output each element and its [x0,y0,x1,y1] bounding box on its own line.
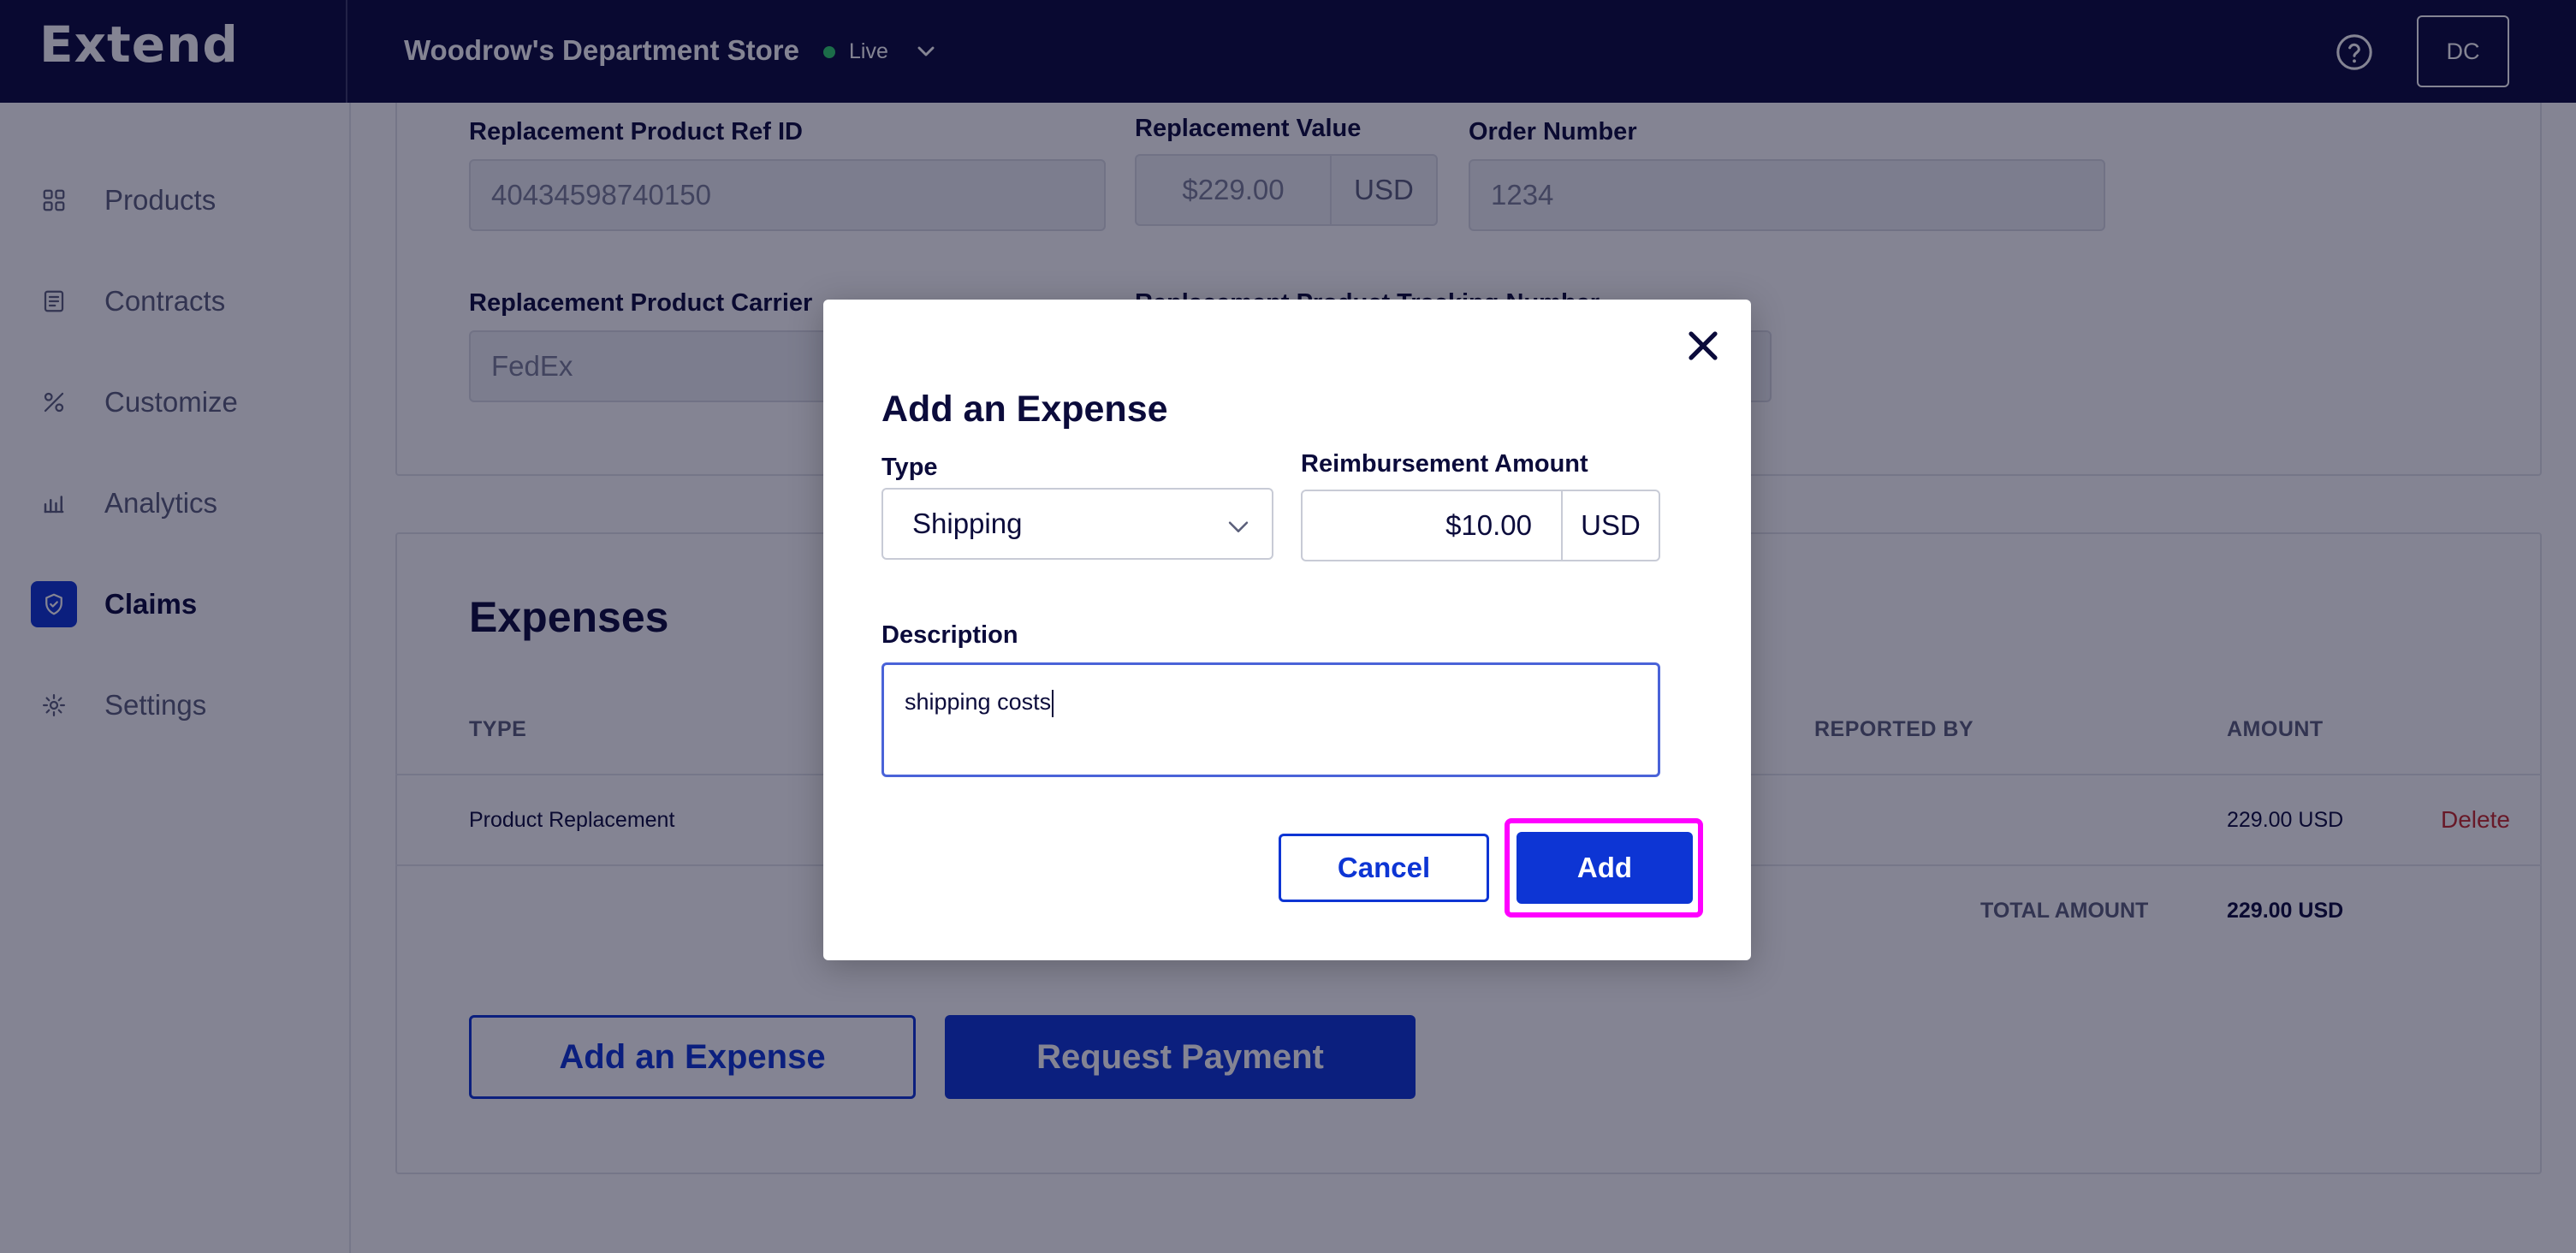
reimbursement-amount-input[interactable]: $10.00 [1301,490,1563,561]
close-icon[interactable] [1683,325,1724,366]
add-button[interactable]: Add [1517,832,1693,904]
expense-type-select[interactable]: Shipping [881,488,1273,560]
modal-title: Add an Expense [881,389,1168,430]
chevron-down-icon [1228,521,1249,532]
expense-type-value: Shipping [912,508,1023,539]
cancel-button[interactable]: Cancel [1279,834,1489,902]
reimbursement-amount-label: Reimbursement Amount [1301,450,1588,478]
type-label: Type [881,454,938,481]
reimbursement-currency: USD [1561,490,1660,561]
description-label: Description [881,621,1018,649]
description-textarea[interactable]: shipping costs [881,662,1660,777]
add-expense-modal: Add an Expense Type Shipping Reimburseme… [823,300,1751,960]
text-cursor [1052,689,1054,717]
description-text: shipping costs [905,689,1052,715]
